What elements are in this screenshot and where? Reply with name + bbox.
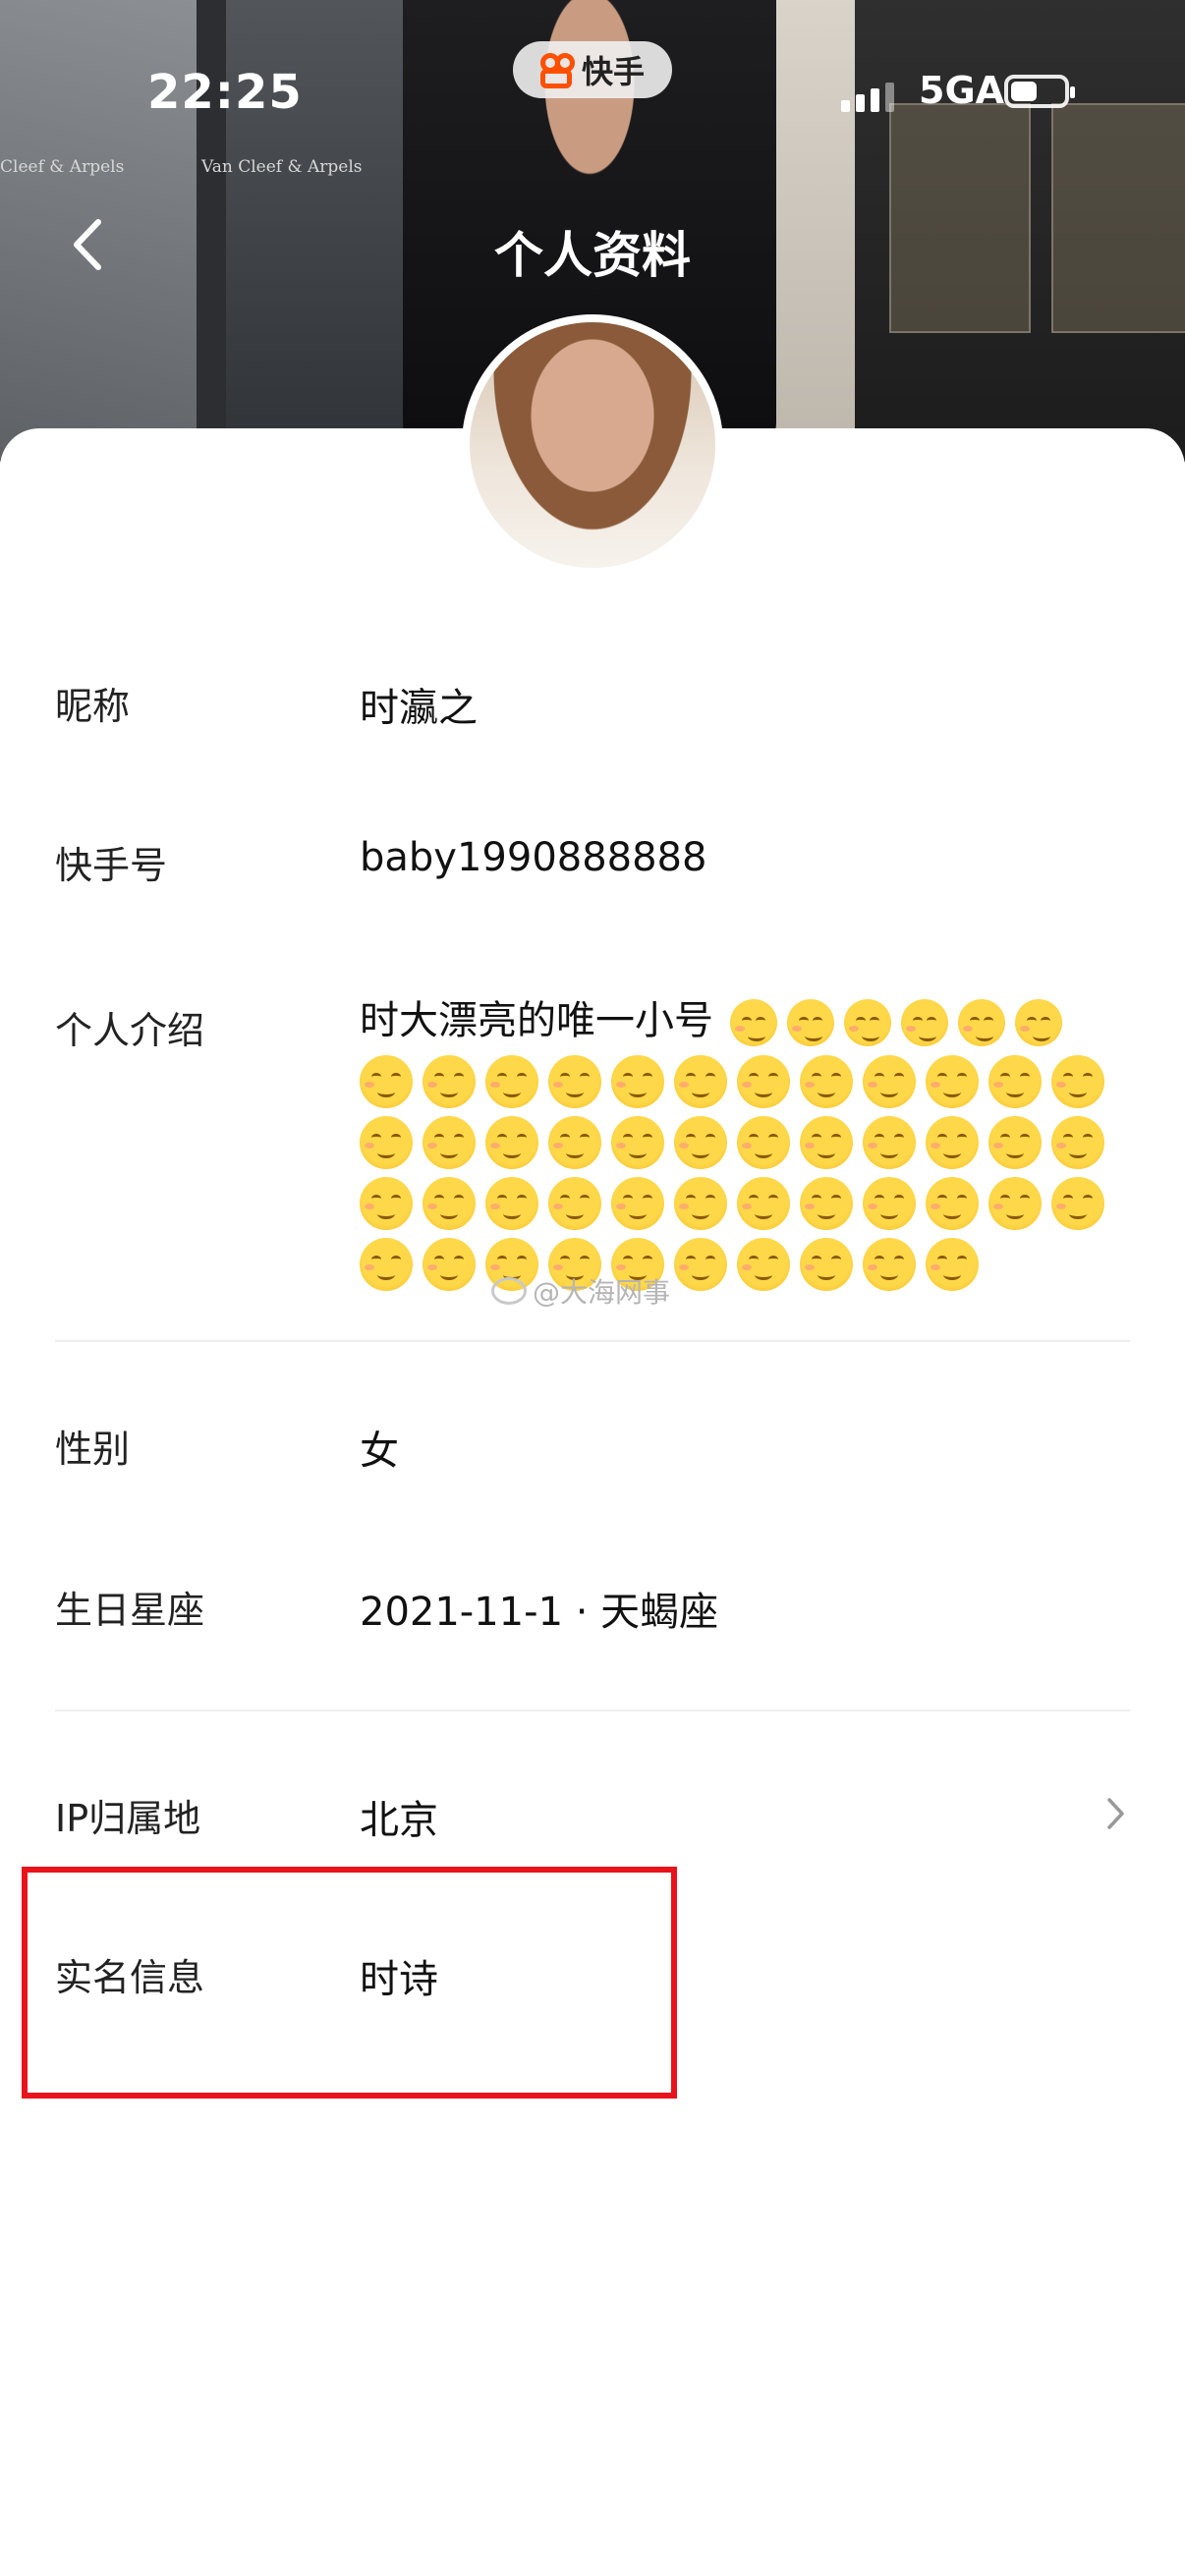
smiling-face-emoji — [485, 1055, 538, 1108]
smiling-face-emoji — [729, 999, 777, 1046]
bio-text: 时大漂亮的唯一小号 — [360, 998, 713, 1043]
smiling-face-emoji — [863, 1116, 916, 1169]
page-title: 个人资料 — [494, 227, 691, 284]
smiling-face-emoji — [800, 1238, 853, 1291]
smiling-face-emoji — [800, 1055, 853, 1108]
kuaishou-logo-icon — [539, 53, 575, 88]
nickname-label: 昵称 — [55, 685, 131, 728]
smiling-face-emoji — [737, 1177, 790, 1230]
smiling-face-emoji — [737, 1116, 790, 1169]
nickname-value: 时瀛之 — [360, 686, 478, 731]
smiling-face-emoji — [674, 1238, 727, 1291]
smiling-face-emoji — [423, 1177, 476, 1230]
smiling-face-emoji — [786, 999, 834, 1046]
smiling-face-emoji — [926, 1116, 979, 1169]
divider — [55, 1340, 1130, 1342]
ip-value: 北京 — [360, 1798, 438, 1843]
divider — [55, 1709, 1130, 1711]
smiling-face-emoji — [737, 1238, 790, 1291]
gender-label: 性别 — [55, 1428, 131, 1471]
smiling-face-emoji — [1051, 1116, 1104, 1169]
smiling-face-emoji — [548, 1116, 601, 1169]
smiling-face-emoji — [360, 1177, 413, 1230]
ip-label: IP归属地 — [55, 1797, 201, 1840]
smiling-face-emoji — [611, 1055, 664, 1108]
smiling-face-emoji — [1014, 999, 1062, 1046]
weibo-icon — [491, 1277, 527, 1305]
signal-icon — [841, 83, 894, 112]
smiling-face-emoji — [926, 1238, 979, 1291]
app-badge-label: 快手 — [581, 53, 645, 90]
smiling-face-emoji — [926, 1177, 979, 1230]
network-label: 5GA — [919, 69, 1005, 112]
bio-value: 时大漂亮的唯一小号 — [360, 994, 1136, 1047]
smiling-face-emoji — [988, 1177, 1042, 1230]
smiling-face-emoji — [674, 1116, 727, 1169]
birthday-value: 2021-11-1 · 天蝎座 — [360, 1590, 719, 1635]
smiling-face-emoji — [423, 1055, 476, 1108]
watermark-text: @大海网事 — [533, 1276, 671, 1309]
smiling-face-emoji — [360, 1238, 413, 1291]
smiling-face-emoji — [485, 1116, 538, 1169]
avatar[interactable] — [462, 314, 723, 576]
smiling-face-emoji — [863, 1238, 916, 1291]
smiling-face-emoji — [674, 1055, 727, 1108]
smiling-face-emoji — [423, 1238, 476, 1291]
smiling-face-emoji — [900, 999, 948, 1046]
bio-label: 个人介绍 — [55, 1009, 205, 1052]
smiling-face-emoji — [1051, 1177, 1104, 1230]
smiling-face-emoji — [843, 999, 891, 1046]
smiling-face-emoji — [863, 1055, 916, 1108]
app-badge[interactable]: 快手 — [513, 41, 672, 98]
chevron-right-icon[interactable] — [1100, 1794, 1130, 1833]
smiling-face-emoji — [1051, 1055, 1104, 1108]
smiling-face-emoji — [485, 1177, 538, 1230]
highlight-box — [22, 1867, 677, 2099]
smiling-face-emoji — [548, 1177, 601, 1230]
shop-sign-left: Cleef & Arpels — [0, 157, 125, 177]
smiling-face-emoji — [423, 1116, 476, 1169]
battery-icon — [1004, 75, 1075, 108]
kuaishou-id-label: 快手号 — [55, 844, 168, 887]
watermark: @大海网事 — [491, 1271, 670, 1311]
smiling-face-emoji — [360, 1116, 413, 1169]
kuaishou-id-value: baby1990888888 — [360, 835, 707, 880]
shop-sign-center: Van Cleef & Arpels — [201, 157, 363, 177]
smiling-face-emoji — [360, 1055, 413, 1108]
profile-card — [0, 428, 1185, 2576]
smiling-face-emoji — [611, 1177, 664, 1230]
smiling-face-emoji — [988, 1055, 1042, 1108]
smiling-face-emoji — [988, 1116, 1042, 1169]
smiling-face-emoji — [957, 999, 1005, 1046]
smiling-face-emoji — [674, 1177, 727, 1230]
smiling-face-emoji — [926, 1055, 979, 1108]
gender-value: 女 — [360, 1428, 399, 1474]
smiling-face-emoji — [800, 1177, 853, 1230]
smiling-face-emoji — [800, 1116, 853, 1169]
birthday-label: 生日星座 — [55, 1589, 205, 1632]
bio-emoji-list — [360, 1055, 1136, 1291]
smiling-face-emoji — [737, 1055, 790, 1108]
smiling-face-emoji — [548, 1055, 601, 1108]
status-time: 22:25 — [147, 65, 303, 120]
smiling-face-emoji — [611, 1116, 664, 1169]
smiling-face-emoji — [863, 1177, 916, 1230]
